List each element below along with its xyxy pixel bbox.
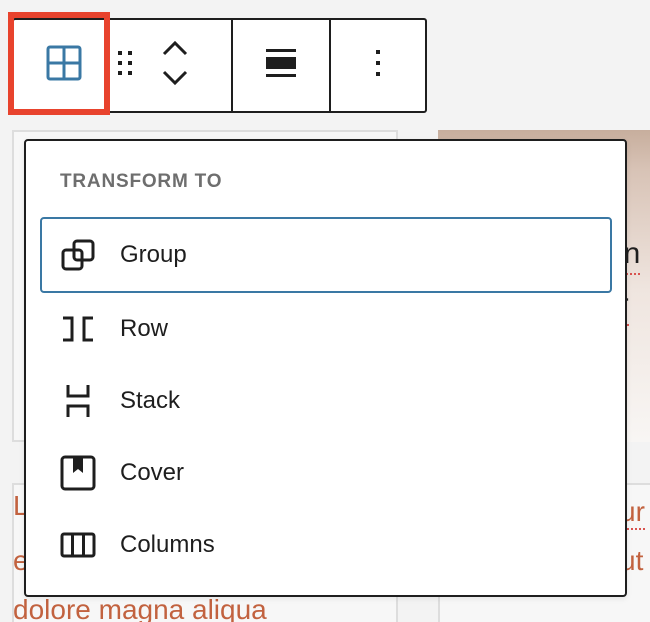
move-up-button[interactable] [161,36,189,66]
drag-handle-icon [115,48,135,83]
toolbar-group-move [113,20,231,111]
stack-icon [60,383,96,419]
transform-option-label: Group [120,241,187,268]
transform-option-stack[interactable]: Stack [40,363,612,439]
transform-option-cover[interactable]: Cover [40,435,612,511]
cover-icon [60,455,96,491]
editor-canvas: ip cin ur L e dolore magna aliqua ur ut [0,0,650,622]
transform-option-label: Cover [120,459,185,486]
transform-option-group[interactable]: Group [40,217,612,293]
chevron-down-icon [161,69,189,92]
toolbar-group-transform [14,20,113,111]
grid-icon [46,45,82,86]
align-button[interactable] [265,48,297,83]
transform-menu-popover: TRANSFORM TO Group Row Stack Cover Colum… [24,139,627,597]
background-text-line: dolore magna aliqua [13,594,267,622]
transform-option-label: Row [120,315,169,342]
more-vertical-icon [374,48,382,83]
transform-option-label: Columns [120,531,215,558]
move-down-button[interactable] [161,66,189,96]
toolbar-group-align [231,20,329,111]
drag-handle-button[interactable] [113,48,137,83]
chevron-up-icon [161,39,189,62]
block-transform-button[interactable] [46,45,82,86]
transform-option-columns[interactable]: Columns [40,507,612,583]
toolbar-group-options [329,20,425,111]
row-icon [60,311,96,347]
columns-icon [60,527,96,563]
transform-option-row[interactable]: Row [40,291,612,367]
block-toolbar [12,18,427,113]
options-button[interactable] [374,48,382,83]
group-icon [60,237,96,273]
move-buttons [161,36,189,96]
transform-menu-heading: TRANSFORM TO [60,171,223,192]
align-center-icon [265,48,297,83]
transform-option-label: Stack [120,387,181,414]
